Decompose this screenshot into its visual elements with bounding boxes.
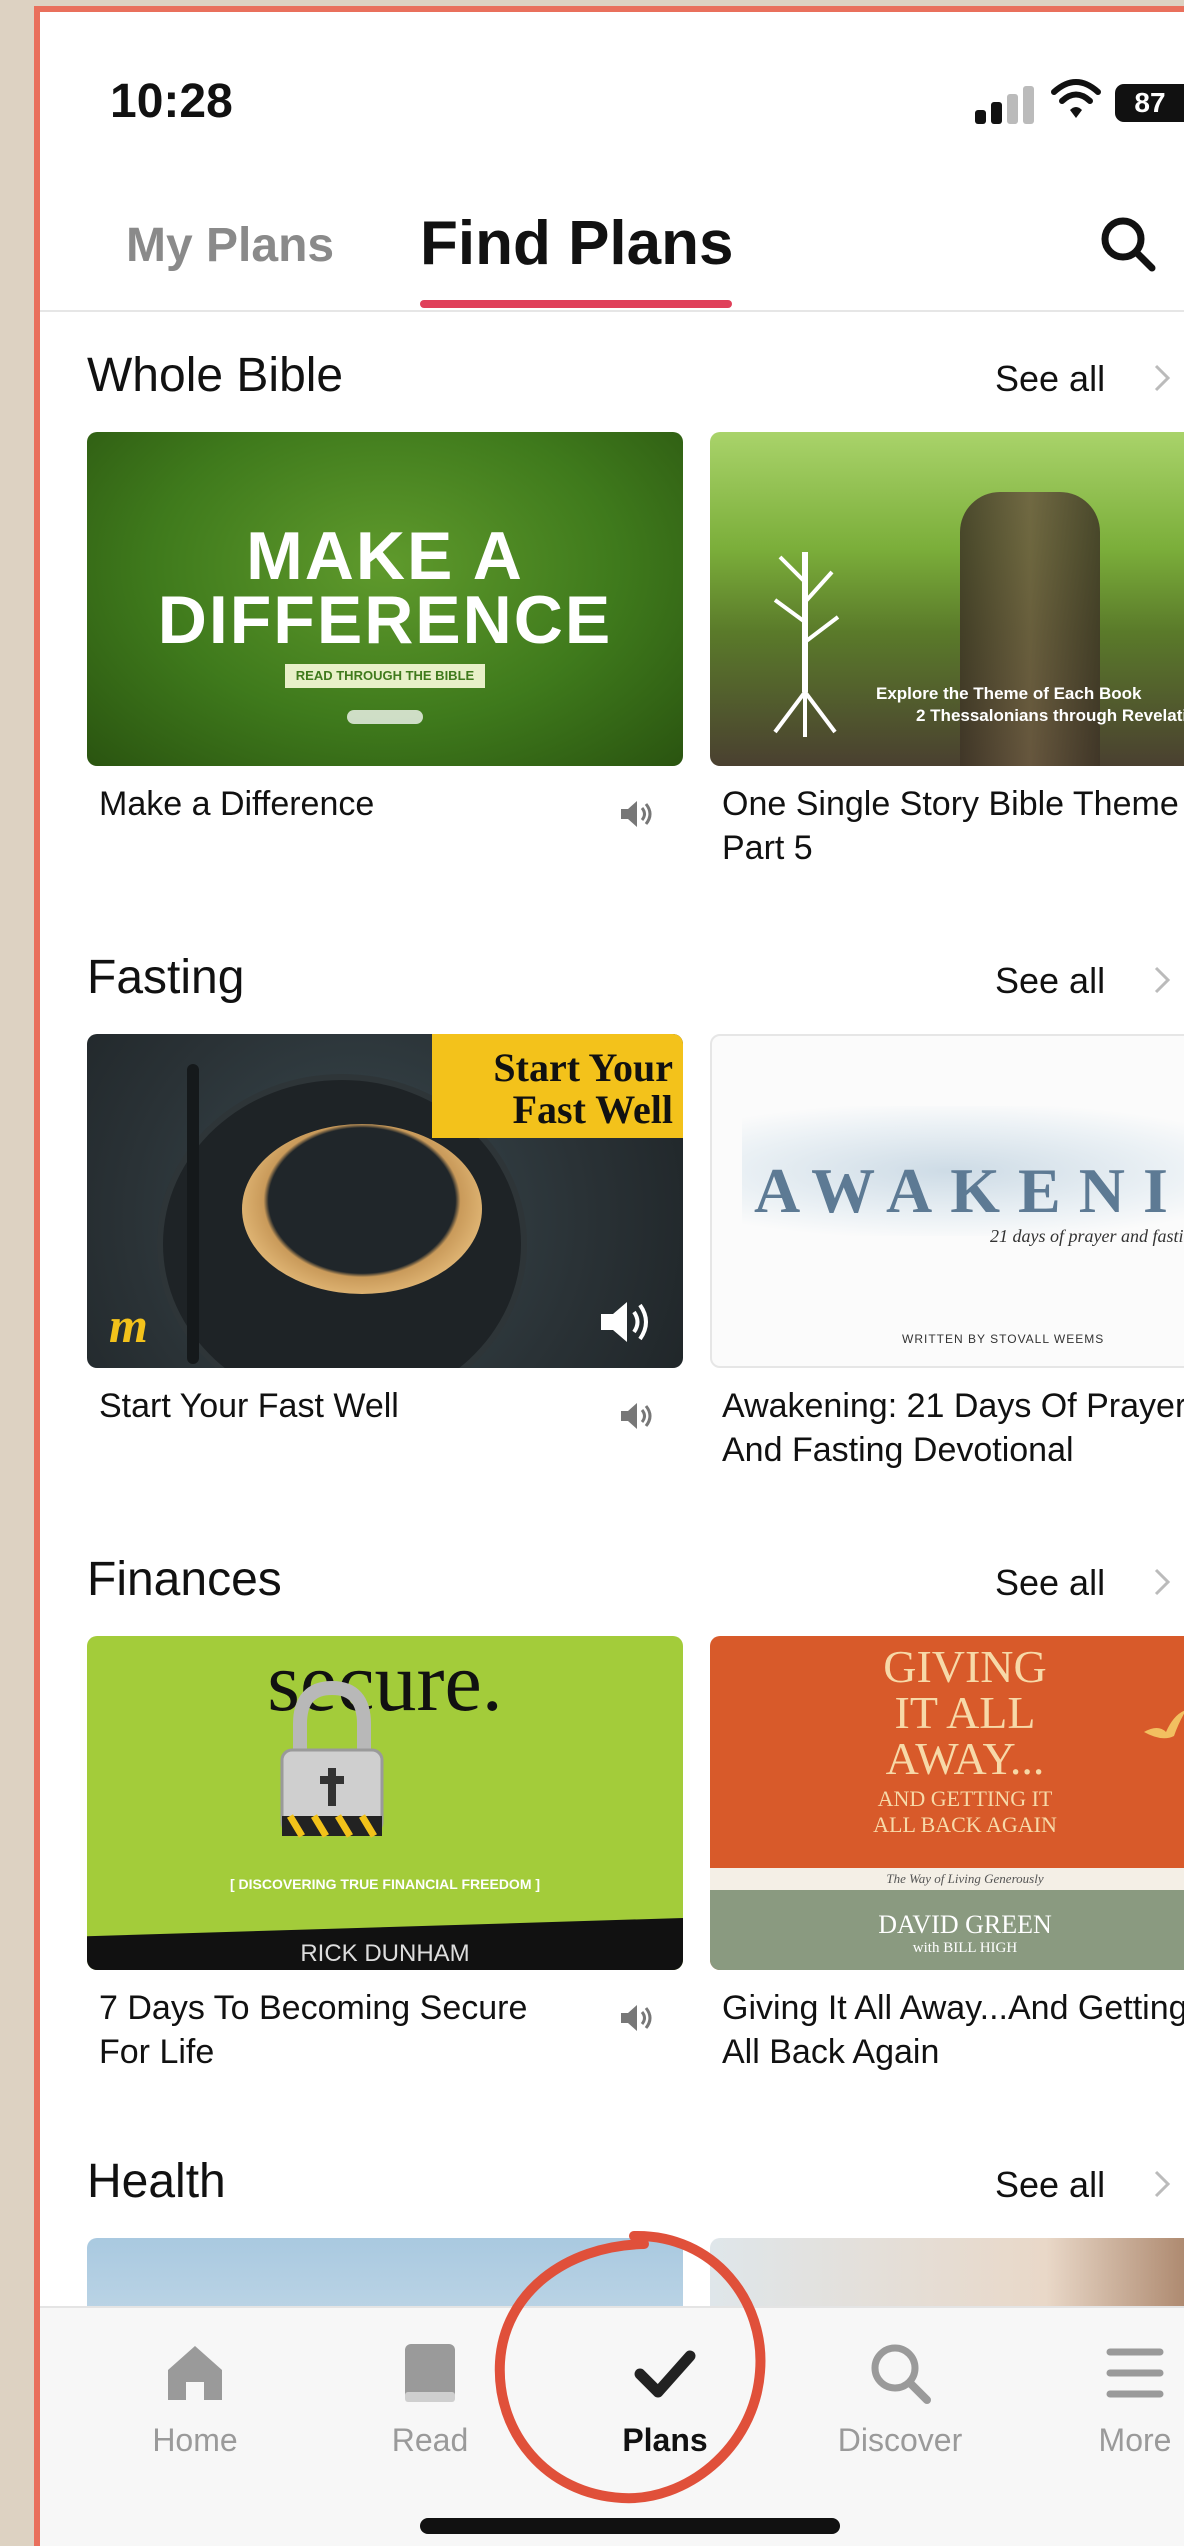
section-title: Finances <box>87 1553 282 1606</box>
tab-find-plans[interactable]: Find Plans <box>420 208 733 279</box>
search-icon <box>871 2344 931 2404</box>
publisher-logo: m <box>109 1297 148 1353</box>
book-icon <box>405 2344 455 2402</box>
audio-icon <box>621 801 652 827</box>
plan-title-line-2: Part 5 <box>722 829 813 867</box>
image-line-2: 2 Thessalonians through Revelation <box>916 706 1184 725</box>
section-health: Health See all <box>40 2154 1184 2306</box>
plan-image <box>87 2238 683 2306</box>
spoon <box>187 1064 199 1364</box>
plan-title-line-2: For Life <box>99 2033 215 2071</box>
section-fasting: Fasting See all Start Your Fast Well m S… <box>40 950 1184 1469</box>
chevron-right-icon <box>1154 966 1171 994</box>
plan-image: MAKE A DIFFERENCE READ THROUGH THE BIBLE <box>87 432 683 766</box>
section-finances: Finances See all secure. [ DISCOVERING T… <box>40 1552 1184 2071</box>
plan-image <box>710 2238 1184 2306</box>
plan-title: 7 Days To Becoming Secure For Life <box>99 1986 599 2074</box>
section-title: Health <box>87 2155 226 2208</box>
image-line-1: AWAKENING <box>754 1155 1184 1226</box>
battery-indicator: 87 <box>1115 84 1184 122</box>
see-all-link[interactable]: See all <box>995 358 1105 400</box>
plan-title-line-1: 7 Days To Becoming Secure <box>99 1989 528 2027</box>
image-line-1: Start Your <box>493 1045 673 1090</box>
wooden-bowl <box>242 1124 482 1294</box>
image-banner: READ THROUGH THE BIBLE <box>285 664 485 688</box>
plan-title: Awakening: 21 Days Of Prayer And Fasting… <box>722 1384 1184 1472</box>
image-line-2: DIFFERENCE <box>157 582 613 658</box>
status-bar: 10:28 87 <box>40 12 1184 182</box>
menu-icon <box>1106 2348 1164 2398</box>
image-line-2: [ DISCOVERING TRUE FINANCIAL FREEDOM ] <box>229 1876 541 1892</box>
section-title: Whole Bible <box>87 349 344 402</box>
home-indicator[interactable] <box>420 2518 840 2534</box>
audio-badge-icon <box>601 1302 648 1342</box>
plan-title: Make a Difference <box>99 785 375 823</box>
plan-image: Explore the Theme of Each Book 2 Thessal… <box>710 432 1184 766</box>
chevron-right-icon <box>1154 1568 1171 1596</box>
plan-image: AWAKENING 21 days of prayer and fasting … <box>710 1034 1184 1368</box>
nav-label: Read <box>391 2422 469 2458</box>
tree-logo-icon <box>773 552 840 737</box>
audio-icon <box>621 2005 652 2031</box>
section-whole-bible: Whole Bible See all MAKE A DIFFERENCE RE… <box>40 348 1184 867</box>
image-line-5: ALL BACK AGAIN <box>873 1812 1057 1837</box>
image-line-1: MAKE A <box>246 518 524 594</box>
nav-label: Discover <box>837 2422 963 2458</box>
plan-title-line-1: Giving It All Away...And Getting <box>722 1989 1184 2027</box>
image-line-2: IT ALL <box>894 1687 1036 1738</box>
image-line-3: AWAY... <box>885 1733 1045 1784</box>
phone-screen: 10:28 87 My Plans Find Plans Whole Bible… <box>34 6 1184 2546</box>
checkmark-icon <box>634 2350 696 2398</box>
audio-icon <box>621 1403 652 1429</box>
plan-title: Start Your Fast Well <box>99 1387 399 1425</box>
plan-title-line-1: Awakening: 21 Days Of Prayer <box>722 1387 1184 1425</box>
plans-tabs: My Plans Find Plans <box>40 182 1184 312</box>
wifi-icon <box>1051 79 1101 118</box>
nav-home[interactable]: Home <box>95 2338 295 2459</box>
search-icon[interactable] <box>1096 212 1160 276</box>
church-logo-icon <box>347 710 423 724</box>
image-line-2: 21 days of prayer and fasting <box>990 1226 1184 1246</box>
nav-plans[interactable]: Plans <box>565 2338 765 2459</box>
image-line-1: GIVING <box>883 1641 1047 1692</box>
author-name: RICK DUNHAM <box>300 1940 470 1967</box>
nav-label: Plans <box>622 2422 708 2458</box>
image-tagline: The Way of Living Generously <box>886 1871 1044 1886</box>
image-line-1: Explore the Theme of Each Book <box>876 684 1142 703</box>
see-all-link[interactable]: See all <box>995 2164 1105 2206</box>
nav-discover[interactable]: Discover <box>800 2338 1000 2459</box>
plan-image: GIVING IT ALL AWAY... AND GETTING IT ALL… <box>710 1636 1184 1970</box>
status-time: 10:28 <box>110 75 233 128</box>
author-name: DAVID GREEN <box>878 1910 1052 1939</box>
bird-icon <box>1144 1710 1184 1739</box>
active-tab-indicator <box>420 300 732 308</box>
plan-image: Start Your Fast Well m <box>87 1034 683 1368</box>
plan-title-line-2: All Back Again <box>722 2033 940 2071</box>
plan-title-line-2: And Fasting Devotional <box>722 1431 1074 1469</box>
signal-icon <box>975 80 1039 124</box>
nav-label: More <box>1098 2422 1172 2458</box>
section-title: Fasting <box>87 951 245 1004</box>
nav-label: Home <box>152 2422 238 2458</box>
book-title: GIVING IT ALL AWAY... <box>840 1644 1090 1782</box>
nav-read[interactable]: Read <box>330 2338 530 2459</box>
plan-title-line-1: One Single Story Bible Theme <box>722 785 1179 823</box>
image-line-2: Fast Well <box>512 1087 673 1132</box>
see-all-link[interactable]: See all <box>995 1562 1105 1604</box>
home-icon <box>168 2346 222 2400</box>
plan-title: Giving It All Away...And Getting All Bac… <box>722 1986 1184 2074</box>
chevron-right-icon <box>1154 364 1171 392</box>
padlock-icon <box>280 1680 384 1838</box>
plan-title: One Single Story Bible Theme Part 5 <box>722 782 1184 870</box>
coauthor-name: with BILL HIGH <box>912 1940 1018 1956</box>
book-subtitle: AND GETTING IT ALL BACK AGAIN <box>840 1786 1090 1838</box>
bottom-tab-bar: Home Read Plans Discover More <box>40 2306 1184 2546</box>
chevron-right-icon <box>1154 2170 1171 2198</box>
see-all-link[interactable]: See all <box>995 960 1105 1002</box>
plan-image: secure. [ DISCOVERING TRUE FINANCIAL FRE… <box>87 1636 683 1970</box>
image-line-4: AND GETTING IT <box>877 1786 1053 1811</box>
nav-more[interactable]: More <box>1035 2338 1184 2459</box>
image-banner: WRITTEN BY STOVALL WEEMS <box>902 1332 1105 1346</box>
tab-my-plans[interactable]: My Plans <box>126 218 334 273</box>
